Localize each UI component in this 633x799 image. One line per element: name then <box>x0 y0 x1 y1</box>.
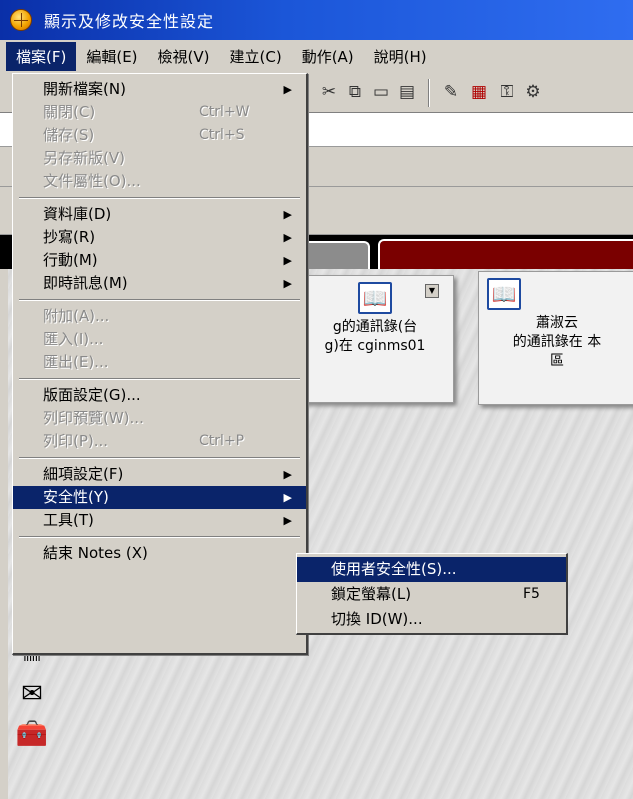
menu-item-save[interactable]: 儲存(S) Ctrl+S <box>13 124 306 147</box>
menu-edit[interactable]: 編輯(E) <box>76 42 147 71</box>
submenu-arrow-icon: ▶ <box>283 514 292 527</box>
menu-item-print[interactable]: 列印(P)... Ctrl+P <box>13 430 306 453</box>
menu-item-close[interactable]: 關閉(C) Ctrl+W <box>13 101 306 124</box>
menu-item-label: 行動(M) <box>43 251 98 269</box>
menu-item-label: 鎖定螢幕(L) <box>331 585 412 603</box>
copy-icon[interactable]: ⧉ <box>344 81 366 103</box>
lotus-notes-icon[interactable] <box>10 9 32 31</box>
menu-item-label: 使用者安全性(S)... <box>331 560 457 578</box>
menu-item-tools[interactable]: 工具(T) ▶ <box>13 509 306 532</box>
security-submenu: 使用者安全性(S)... 鎖定螢幕(L) F5 切換 ID(W)... <box>296 553 568 635</box>
menu-item-database[interactable]: 資料庫(D) ▶ <box>13 203 306 226</box>
menu-separator <box>13 532 306 542</box>
paste-icon[interactable]: ▭ <box>370 81 392 103</box>
menu-item-label: 匯入(I)... <box>43 330 104 348</box>
menu-separator <box>13 295 306 305</box>
file-menu: 開新檔案(N) ▶ 關閉(C) Ctrl+W 儲存(S) Ctrl+S 另存新版(V)… <box>12 73 308 655</box>
menu-file[interactable]: 檔案(F) <box>6 42 77 71</box>
menu-item-shortcut: Ctrl+W <box>199 104 250 120</box>
menu-item-preferences[interactable]: 細項設定(F) ▶ <box>13 463 306 486</box>
database-card[interactable]: 📖 g的通訊錄(台 g)在 cginms01 ▼ <box>296 275 454 403</box>
menu-item-export[interactable]: 匯出(E)... <box>13 351 306 374</box>
card-title-line3: 區 <box>550 353 564 369</box>
menu-view[interactable]: 檢視(V) <box>148 42 220 71</box>
submenu-arrow-icon: ▶ <box>283 231 292 244</box>
menu-item-replication[interactable]: 抄寫(R) ▶ <box>13 226 306 249</box>
card-title-line1: 蕭淑云 <box>536 315 578 331</box>
menu-item-label: 匯出(E)... <box>43 353 109 371</box>
submenu-arrow-icon: ▶ <box>283 491 292 504</box>
menu-create[interactable]: 建立(C) <box>220 42 292 71</box>
menu-item-label: 開新檔案(N) <box>43 80 126 98</box>
menu-item-label: 列印(P)... <box>43 432 109 450</box>
submenu-arrow-icon: ▶ <box>283 208 292 221</box>
menu-item-attach[interactable]: 附加(A)... <box>13 305 306 328</box>
menu-item-label: 工具(T) <box>43 511 94 529</box>
title-bar: 顯示及修改安全性設定 <box>0 0 633 40</box>
menu-item-shortcut: Ctrl+P <box>199 433 245 449</box>
menu-item-label: 附加(A)... <box>43 307 110 325</box>
tools-icon[interactable]: ⚙ <box>522 81 544 103</box>
calendar-icon[interactable]: ▦ <box>468 81 490 103</box>
chevron-down-icon[interactable]: ▼ <box>425 284 439 298</box>
menu-separator <box>13 193 306 203</box>
menu-item-mobile[interactable]: 行動(M) ▶ <box>13 249 306 272</box>
toolbar-separator <box>428 79 430 107</box>
submenu-arrow-icon: ▶ <box>283 254 292 267</box>
menu-item-label: 儲存(S) <box>43 126 95 144</box>
tab-grey[interactable] <box>300 241 370 269</box>
toolbox-icon[interactable]: 🧰 <box>12 717 52 751</box>
menu-item-switch-id[interactable]: 切換 ID(W)... <box>297 607 566 632</box>
menu-item-shortcut: F5 <box>523 586 540 602</box>
card-title-line2: 的通訊錄在 本 <box>512 334 602 350</box>
menu-item-document-properties[interactable]: 文件屬性(O)... <box>13 170 306 193</box>
menu-item-label: 資料庫(D) <box>43 205 112 223</box>
cut-icon[interactable]: ✂ <box>318 81 340 103</box>
submenu-arrow-icon: ▶ <box>283 468 292 481</box>
menu-item-label: 即時訊息(M) <box>43 274 128 292</box>
menu-item-import[interactable]: 匯入(I)... <box>13 328 306 351</box>
menu-separator <box>13 374 306 384</box>
database-card[interactable]: 📖 蕭淑云 的通訊錄在 本 區 <box>478 271 633 405</box>
menu-item-label: 結束 Notes (X) <box>43 544 148 562</box>
menu-item-label: 關閉(C) <box>43 103 96 121</box>
left-strip <box>0 269 8 799</box>
tab-red[interactable] <box>378 239 633 269</box>
menu-item-new[interactable]: 開新檔案(N) ▶ <box>13 78 306 101</box>
menu-item-user-security[interactable]: 使用者安全性(S)... <box>297 557 566 582</box>
menu-item-label: 細項設定(F) <box>43 465 124 483</box>
menu-item-security[interactable]: 安全性(Y) ▶ <box>13 486 306 509</box>
address-book-icon: 📖 <box>358 282 392 314</box>
card-title-line1: g的通訊錄(台 <box>332 319 418 335</box>
address-book-icon: 📖 <box>487 278 521 310</box>
submenu-arrow-icon: ▶ <box>283 277 292 290</box>
menu-item-lock-display[interactable]: 鎖定螢幕(L) F5 <box>297 582 566 607</box>
menu-item-label: 抄寫(R) <box>43 228 96 246</box>
menu-item-label: 另存新版(V) <box>43 149 125 167</box>
menu-help[interactable]: 說明(H) <box>364 42 437 71</box>
menu-item-exit-notes[interactable]: 結束 Notes (X) <box>13 542 306 565</box>
key-icon[interactable]: ⚿ <box>496 81 518 103</box>
menu-item-label: 文件屬性(O)... <box>43 172 141 190</box>
paste-special-icon[interactable]: ▤ <box>396 81 418 103</box>
menu-item-label: 安全性(Y) <box>43 488 109 506</box>
menu-bar: 檔案(F) 編輯(E) 檢視(V) 建立(C) 動作(A) 說明(H) <box>0 40 633 73</box>
menu-item-shortcut: Ctrl+S <box>199 127 245 143</box>
window-title: 顯示及修改安全性設定 <box>44 12 215 31</box>
menu-item-save-as-new-version[interactable]: 另存新版(V) <box>13 147 306 170</box>
mail-icon[interactable]: ✉ <box>12 677 52 711</box>
card-title-line2: g)在 cginms01 <box>324 338 426 354</box>
menu-item-page-setup[interactable]: 版面設定(G)... <box>13 384 306 407</box>
new-memo-icon[interactable]: ✎ <box>440 81 462 103</box>
menu-item-instant-messaging[interactable]: 即時訊息(M) ▶ <box>13 272 306 295</box>
menu-item-print-preview[interactable]: 列印預覽(W)... <box>13 407 306 430</box>
menu-item-label: 版面設定(G)... <box>43 386 141 404</box>
submenu-arrow-icon: ▶ <box>283 83 292 96</box>
menu-actions[interactable]: 動作(A) <box>292 42 364 71</box>
menu-item-label: 列印預覽(W)... <box>43 409 144 427</box>
menu-item-label: 切換 ID(W)... <box>331 610 423 628</box>
menu-separator <box>13 453 306 463</box>
